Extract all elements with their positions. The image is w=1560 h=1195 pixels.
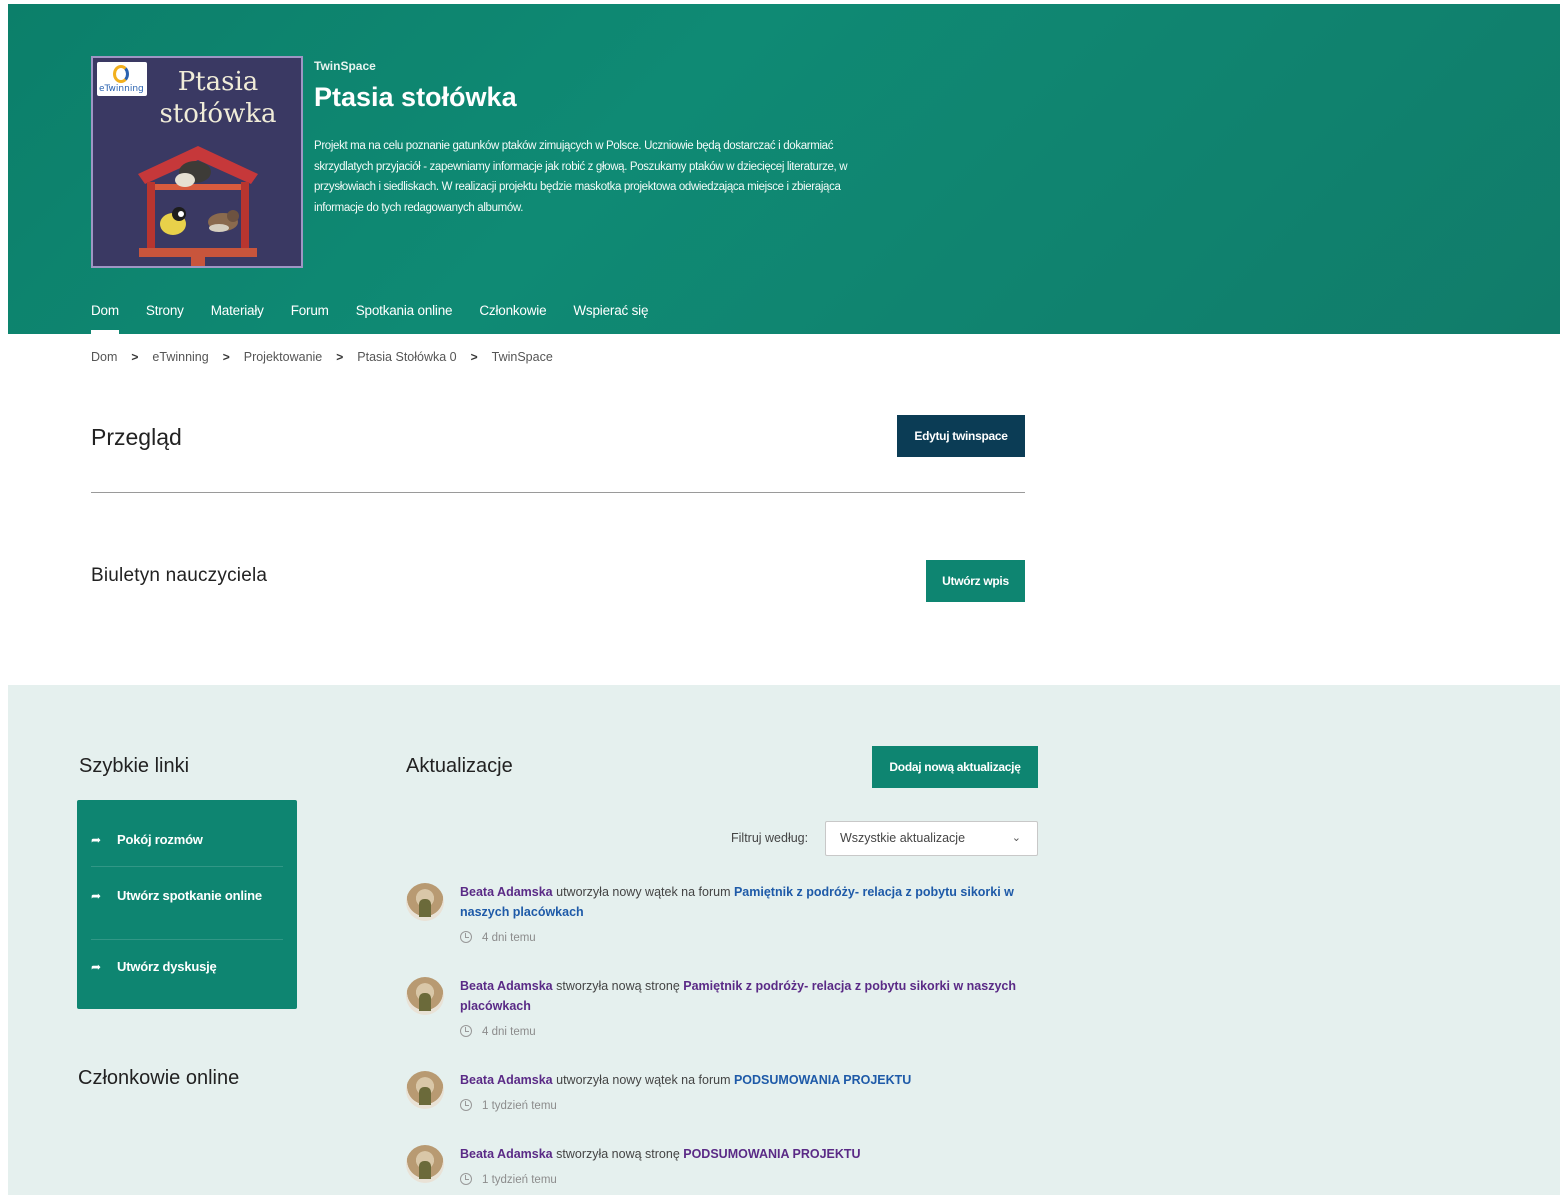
avatar[interactable] <box>406 1145 444 1183</box>
chevron-right-icon: > <box>336 350 344 364</box>
update-time: 4 dni temu <box>460 931 536 944</box>
nav-item-wspierac-sie[interactable]: Wspierać się <box>573 300 648 334</box>
clock-icon <box>460 1025 472 1037</box>
chevron-right-icon: > <box>131 350 139 364</box>
breadcrumb-etwinning[interactable]: eTwinning <box>152 350 208 364</box>
edit-twinspace-button[interactable]: Edytuj twinspace <box>897 415 1025 457</box>
avatar[interactable] <box>406 883 444 921</box>
update-action: stworzyła nową stronę <box>552 1147 684 1161</box>
update-action: stworzyła nową stronę <box>552 979 684 993</box>
quick-links-panel: ➦ Pokój rozmów ➦ Utwórz spotkanie online ➦… <box>77 800 297 1009</box>
quick-link-create-discussion[interactable]: ➦ Utwórz dyskusję <box>91 940 283 1000</box>
breadcrumb-current: TwinSpace <box>491 350 553 364</box>
update-author[interactable]: Beata Adamska <box>460 885 553 899</box>
project-description: Projekt ma na celu poznanie gatunków pta… <box>314 140 848 214</box>
update-author[interactable]: Beata Adamska <box>460 1073 553 1087</box>
nav-item-dom[interactable]: Dom <box>91 300 119 334</box>
clock-icon <box>460 1099 472 1111</box>
share-arrow-icon: ➦ <box>91 960 101 974</box>
nav-item-spotkania-online[interactable]: Spotkania online <box>356 300 453 334</box>
avatar[interactable] <box>406 977 444 1015</box>
bird-feeder-illustration <box>138 146 258 266</box>
update-time: 1 tydzień temu <box>460 1099 557 1112</box>
bulletin-heading: Biuletyn nauczyciela <box>91 565 268 586</box>
clock-icon <box>460 1173 472 1185</box>
project-title: Ptasia stołówka <box>314 82 517 112</box>
update-author[interactable]: Beata Adamska <box>460 1147 553 1161</box>
share-arrow-icon: ➦ <box>91 889 101 903</box>
cover-title: Ptasia stołówka <box>159 67 277 129</box>
quick-link-create-meeting[interactable]: ➦ Utwórz spotkanie online <box>91 867 283 940</box>
breadcrumb-project[interactable]: Ptasia Stołówka 0 <box>357 350 456 364</box>
update-author[interactable]: Beata Adamska <box>460 979 553 993</box>
nav-item-czlonkowie[interactable]: Członkowie <box>479 300 546 334</box>
quick-link-chat-room[interactable]: ➦ Pokój rozmów <box>91 800 283 867</box>
nav-item-strony[interactable]: Strony <box>146 300 184 334</box>
update-time: 1 tydzień temu <box>460 1173 557 1186</box>
breadcrumb: Dom > eTwinning > Projektowanie > Ptasia… <box>91 350 553 364</box>
clock-icon <box>460 931 472 943</box>
update-action: utworzyła nowy wątek na forum <box>552 1073 734 1087</box>
nav-item-forum[interactable]: Forum <box>291 300 329 334</box>
updates-heading: Aktualizacje <box>406 755 513 777</box>
breadcrumb-projektowanie[interactable]: Projektowanie <box>244 350 323 364</box>
chevron-right-icon: > <box>470 350 478 364</box>
update-time: 4 dni temu <box>460 1025 536 1038</box>
lower-section: Szybkie linki ➦ Pokój rozmów ➦ Utwórz spot… <box>8 685 1560 1195</box>
nav-item-materialy[interactable]: Materiały <box>211 300 264 334</box>
add-update-button[interactable]: Dodaj nową aktualizację <box>872 746 1038 788</box>
overview-heading: Przegląd <box>91 424 182 450</box>
update-link[interactable]: PODSUMOWANIA PROJEKTU <box>734 1073 911 1087</box>
main-nav: Dom Strony Materiały Forum Spotkania onl… <box>91 300 675 334</box>
divider <box>91 492 1025 493</box>
avatar[interactable] <box>406 1071 444 1109</box>
breadcrumb-dom[interactable]: Dom <box>91 350 117 364</box>
filter-select[interactable]: Wszystkie aktualizacje ⌄ <box>825 821 1038 856</box>
quick-links-heading: Szybkie linki <box>79 755 190 777</box>
chevron-right-icon: > <box>222 350 230 364</box>
filter-value: Wszystkie aktualizacje <box>840 831 966 845</box>
filter-label: Filtruj według: <box>731 831 809 845</box>
share-arrow-icon: ➦ <box>91 833 101 847</box>
update-link[interactable]: PODSUMOWANIA PROJEKTU <box>683 1147 860 1161</box>
twinspace-label: TwinSpace <box>314 59 376 73</box>
project-cover-image: eTwinning Ptasia stołówka <box>91 56 303 268</box>
chevron-down-icon: ⌄ <box>1011 832 1021 844</box>
update-action: utworzyła nowy wątek na forum <box>552 885 734 899</box>
create-entry-button[interactable]: Utwórz wpis <box>926 560 1025 602</box>
members-online-heading: Członkowie online <box>78 1067 240 1089</box>
project-header: eTwinning Ptasia stołówka TwinSpace Ptas… <box>8 4 1560 334</box>
